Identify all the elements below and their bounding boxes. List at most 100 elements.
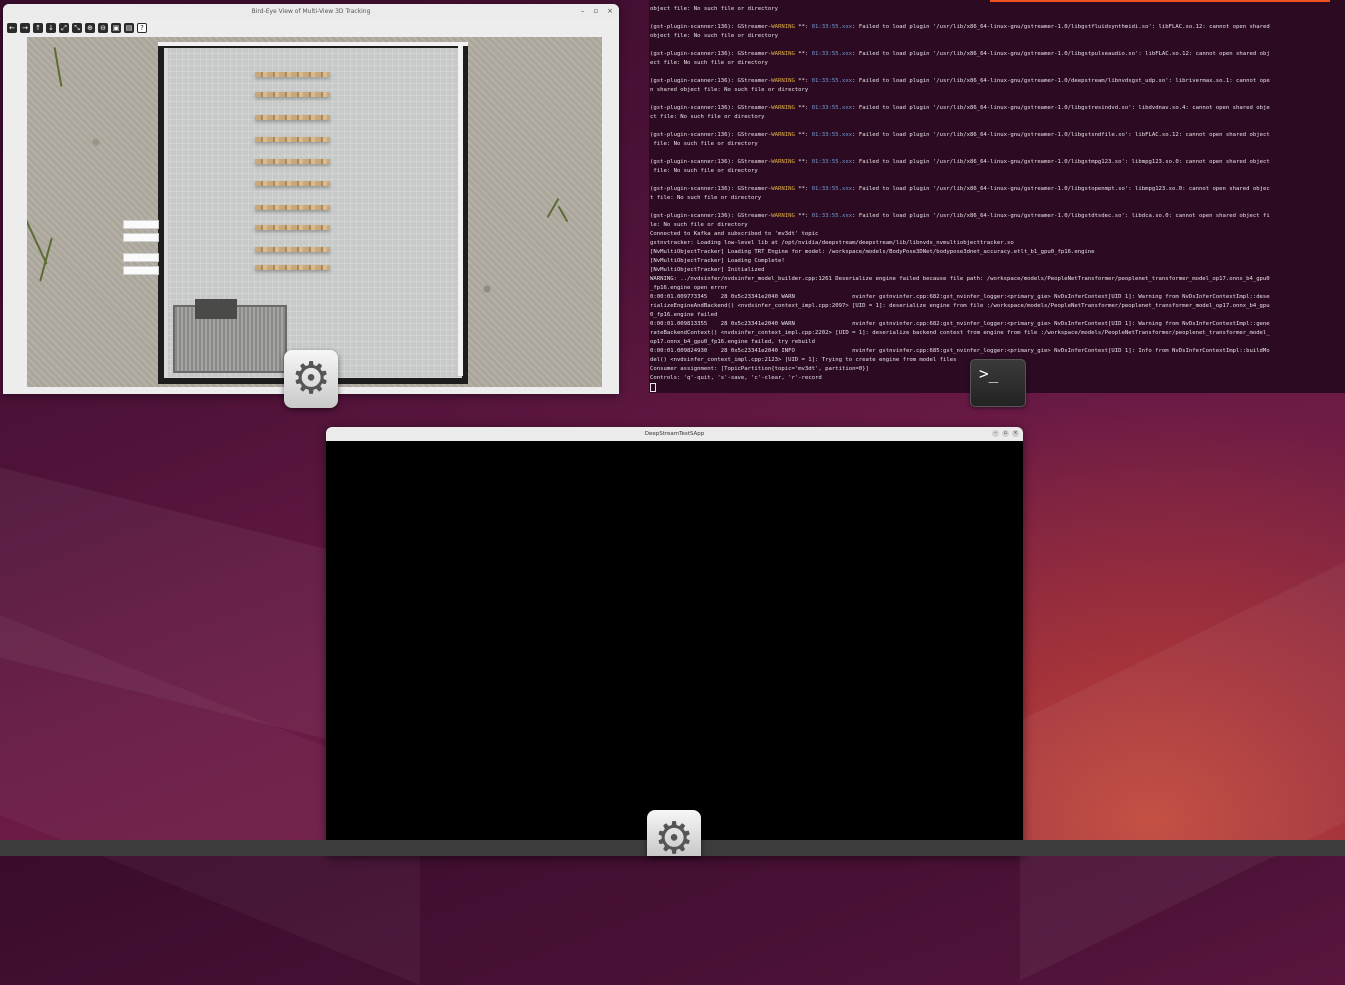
toolbar-up-button[interactable]: ↑	[33, 23, 43, 33]
toolbar-zoom-out-button[interactable]: ⊖	[98, 23, 108, 33]
warehouse-shelf	[255, 72, 330, 77]
terminal-line-warn: WARNING	[771, 105, 795, 111]
terminal-line-rest: : Failed to load plugin '/usr/lib/x86_64…	[852, 186, 1270, 192]
terminal-line: (gst-plugin-scanner:136): GStreamer-WARN…	[650, 212, 1344, 221]
terminal-line	[650, 176, 1344, 185]
toolbar-help-button[interactable]: ?	[137, 23, 147, 33]
terminal-line: [NvMultiObjectTracker] Loading TRT Engin…	[650, 248, 1344, 257]
terminal-line-text: Controls: 'q'-quit, 's'-save, 'c'-clear,…	[650, 375, 822, 381]
minimize-button[interactable]: –	[992, 430, 999, 437]
warehouse-shelf	[255, 92, 330, 97]
terminal-line-mid: **:	[794, 132, 812, 138]
warehouse-shelf	[255, 205, 330, 210]
ds-window-title: DeepStreamTestSApp	[644, 431, 705, 437]
settings-app-icon[interactable]: ⚙	[284, 350, 338, 408]
ds-titlebar[interactable]: DeepStreamTestSApp – ▫ ×	[326, 427, 1023, 441]
terminal-line-text: t file: No such file or directory	[650, 195, 762, 201]
terminal-line-prefix: (gst-plugin-scanner:136): GStreamer-	[650, 159, 772, 165]
terminal-line-mid: **:	[794, 186, 812, 192]
terminal-line-text	[650, 150, 653, 156]
terminal-line-warn: WARNING	[771, 159, 795, 165]
terminal-line-rest: : Failed to load plugin '/usr/lib/x86_64…	[852, 24, 1270, 30]
maximize-button[interactable]: ▫	[1002, 430, 1009, 437]
terminal-output: object file: No such file or directory (…	[650, 5, 1344, 393]
terminal-line-text: file: No such file or directory	[650, 141, 758, 147]
close-button[interactable]: ×	[1012, 430, 1019, 437]
toolbar-fit-button[interactable]: ⤢	[59, 23, 69, 33]
terminal-line-text: rializeEngineAndBackend() <nvdsinfer_con…	[650, 303, 1270, 309]
terminal-line-text: ct file: No such file or directory	[650, 114, 765, 120]
terminal-line-text: object file: No such file or directory	[650, 33, 778, 39]
terminal-line: 0:00:01.009773345 28 0x5c23341e2040 WARN…	[650, 293, 1344, 302]
terminal-line-ts: 01:33:55.xxx	[811, 159, 853, 165]
bev-titlebar[interactable]: Bird-Eye View of Multi-View 3D Tracking …	[3, 4, 619, 20]
terminal-line	[650, 14, 1344, 23]
toolbar-save-button[interactable]: ▣	[111, 23, 121, 33]
terminal-line: (gst-plugin-scanner:136): GStreamer-WARN…	[650, 50, 1344, 59]
toolbar-close-sub-button[interactable]: ▤	[124, 23, 134, 33]
terminal-line-text: rateBackendContext() <nvdsinfer_context_…	[650, 330, 1270, 336]
warehouse-shelf	[255, 137, 330, 142]
toolbar-forward-button[interactable]: →	[20, 23, 30, 33]
terminal-cursor	[650, 383, 656, 392]
terminal-line-warn: WARNING	[771, 132, 795, 138]
terminal-line: Connected to Kafka and subscribed to 'mv…	[650, 230, 1344, 239]
terminal-line	[650, 41, 1344, 50]
terminal-line-rest: : Failed to load plugin '/usr/lib/x86_64…	[852, 213, 1270, 219]
warehouse-wall-right	[458, 46, 463, 376]
bev-window[interactable]: Bird-Eye View of Multi-View 3D Tracking …	[3, 4, 619, 394]
maximize-button[interactable]: ▫	[593, 4, 598, 19]
terminal-line: t file: No such file or directory	[650, 194, 1344, 203]
terminal-line-warn: WARNING	[771, 78, 795, 84]
deepstream-window[interactable]: DeepStreamTestSApp – ▫ ×	[326, 427, 1023, 856]
terminal-line-ts: 01:33:55.xxx	[811, 213, 853, 219]
terminal-line-warn: WARNING	[771, 213, 795, 219]
terminal-line-rest: : Failed to load plugin '/usr/lib/x86_64…	[852, 159, 1270, 165]
terminal-line-prefix: (gst-plugin-scanner:136): GStreamer-	[650, 24, 772, 30]
terminal-app-icon[interactable]: >_	[970, 359, 1026, 407]
terminal-line-text: object file: No such file or directory	[650, 6, 778, 12]
terminal-line: ct file: No such file or directory	[650, 113, 1344, 122]
toolbar-zoom-in-button[interactable]: ⊕	[85, 23, 95, 33]
terminal-line-text	[650, 204, 653, 210]
terminal-line-text: [NvMultiObjectTracker] Loading Complete!	[650, 258, 785, 264]
bev-map-canvas[interactable]	[27, 37, 602, 387]
terminal-line: (gst-plugin-scanner:136): GStreamer-WARN…	[650, 158, 1344, 167]
terminal-line: ect file: No such file or directory	[650, 59, 1344, 68]
terminal-line-text: le: No such file or directory	[650, 222, 748, 228]
terminal-line-text: WARNING: ../nvdsinfer/nvdsinfer_model_bu…	[650, 276, 1270, 282]
terminal-line-mid: **:	[794, 24, 812, 30]
terminal-line-text	[650, 123, 653, 129]
terminal-line-rest: : Failed to load plugin '/usr/lib/x86_64…	[852, 51, 1270, 57]
terminal-line-prefix: (gst-plugin-scanner:136): GStreamer-	[650, 213, 772, 219]
warehouse-shelf	[255, 225, 330, 230]
wallpaper-ray	[1020, 559, 1345, 981]
minimize-button[interactable]: –	[581, 4, 585, 19]
terminal-window[interactable]: object file: No such file or directory (…	[649, 0, 1345, 393]
toolbar-down-button[interactable]: ↓	[46, 23, 56, 33]
terminal-line: [NvMultiObjectTracker] Initialized	[650, 266, 1344, 275]
terminal-line-text: op17.onnx_b4_gpu0_fp16.engine failed, tr…	[650, 339, 816, 345]
terminal-line: rializeEngineAndBackend() <nvdsinfer_con…	[650, 302, 1344, 311]
toolbar-fit2-button[interactable]: ⤡	[72, 23, 82, 33]
terminal-line-text: 0:00:01.009813355 28 0x5c23341e2040 WARN…	[650, 321, 1270, 327]
close-button[interactable]: ×	[607, 4, 613, 19]
terminal-line-text	[650, 96, 653, 102]
terminal-line-warn: WARNING	[771, 51, 795, 57]
settings-app-icon-bottom[interactable]: ⚙	[647, 810, 701, 860]
terminal-line-ts: 01:33:55.xxx	[811, 186, 853, 192]
terminal-line-text: gstnvtracker: Loading low-level lib at /…	[650, 240, 1014, 246]
terminal-line-text: 0_fp16.engine failed	[650, 312, 718, 318]
terminal-line-warn: WARNING	[771, 24, 795, 30]
terminal-line: le: No such file or directory	[650, 221, 1344, 230]
terminal-line-ts: 01:33:55.xxx	[811, 132, 853, 138]
terminal-accent-bar	[990, 0, 1330, 2]
terminal-line: object file: No such file or directory	[650, 5, 1344, 14]
terminal-line-mid: **:	[794, 51, 812, 57]
terminal-line-prefix: (gst-plugin-scanner:136): GStreamer-	[650, 78, 772, 84]
terminal-line: (gst-plugin-scanner:136): GStreamer-WARN…	[650, 77, 1344, 86]
toolbar-back-button[interactable]: ←	[7, 23, 17, 33]
warehouse-shelf	[255, 247, 330, 252]
grass-crack	[53, 47, 63, 87]
terminal-line	[650, 95, 1344, 104]
